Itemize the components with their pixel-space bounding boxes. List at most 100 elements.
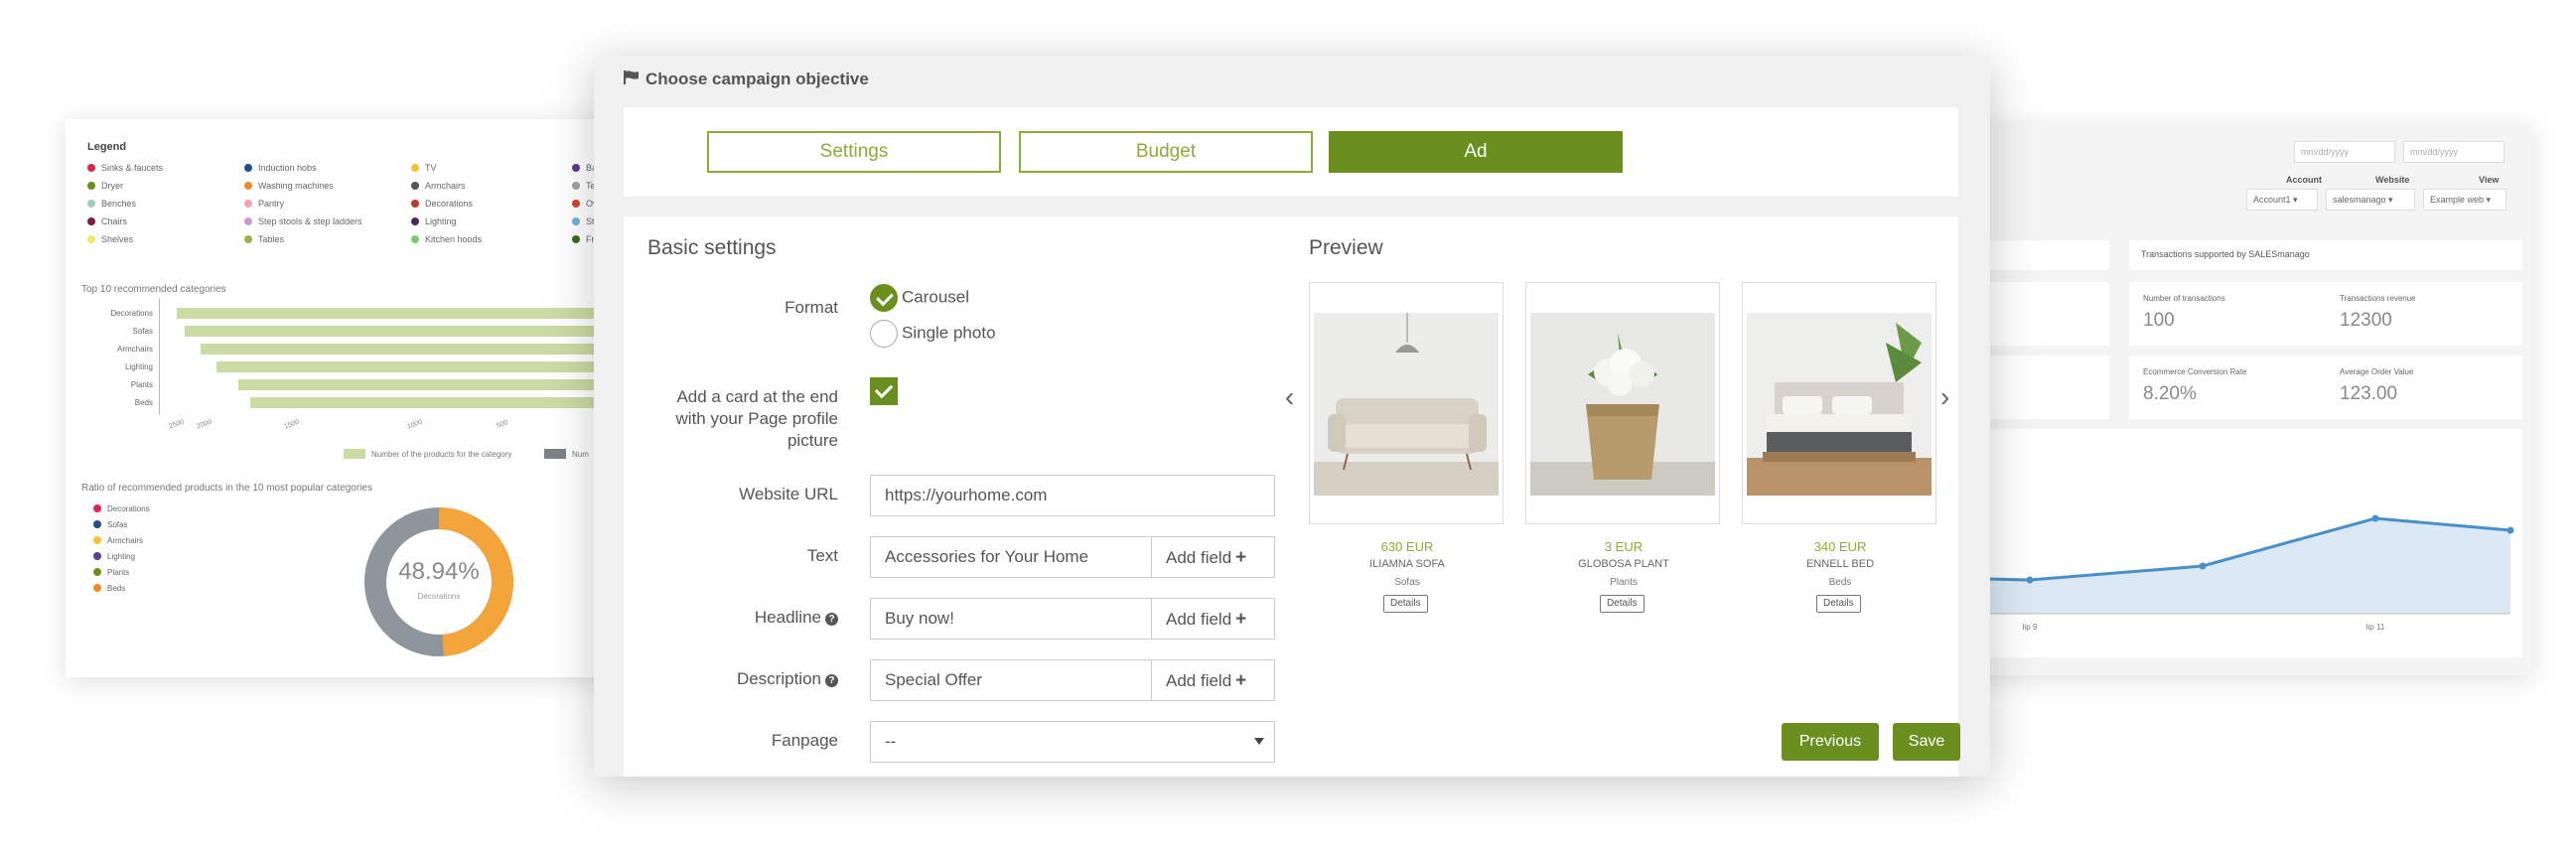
rp-card-transactions-title: Transactions supported by SALESmanago xyxy=(2129,240,2522,270)
bar-axis-tick: 2500 xyxy=(168,418,186,431)
account-select[interactable]: Account1 ▾ xyxy=(2246,189,2318,211)
text-add-field-button[interactable]: Add field + xyxy=(1152,536,1275,578)
panel-header: Choose campaign objective xyxy=(624,70,869,89)
date-to-input[interactable]: mm/dd/yyyy xyxy=(2403,141,2504,163)
ratio-item-label: Plants xyxy=(107,568,130,577)
ratio-item: Decorations xyxy=(93,504,150,520)
preview-card-plant[interactable]: 3 EUR GLOBOSA PLANT Plants Details xyxy=(1525,282,1720,613)
card-name: ILIAMNA SOFA xyxy=(1369,558,1445,570)
legend-dot-icon xyxy=(244,182,252,190)
legend-item-label: Decorations xyxy=(425,199,474,209)
legend-item: Decorations xyxy=(411,199,473,209)
website-select[interactable]: salesmanago ▾ xyxy=(2326,189,2415,211)
help-icon[interactable]: ? xyxy=(825,674,838,687)
previous-button[interactable]: Previous xyxy=(1782,723,1879,761)
description-add-field-button[interactable]: Add field + xyxy=(1152,659,1275,701)
tab-settings[interactable]: Settings xyxy=(707,131,1001,173)
help-icon[interactable]: ? xyxy=(825,613,838,626)
analytics-panel-right: mm/dd/yyyy mm/dd/yyyy Account Website Vi… xyxy=(1946,125,2532,675)
website-url-label: Website URL xyxy=(739,485,838,503)
x-tick-2: lip 11 xyxy=(2366,623,2385,632)
legend-dot-icon xyxy=(244,235,252,243)
add-field-label: Add field xyxy=(1166,548,1232,567)
card-details-button[interactable]: Details xyxy=(1816,595,1861,613)
legend-dot-icon xyxy=(87,217,95,225)
card-category: Sofas xyxy=(1394,577,1420,588)
ratio-dot-icon xyxy=(93,552,101,560)
headline-label: Headline? xyxy=(594,608,838,628)
legend-item-label: Lighting xyxy=(425,216,457,226)
flag-icon xyxy=(624,70,640,89)
line-point xyxy=(2371,514,2379,522)
ratio-item: Lighting xyxy=(93,552,150,568)
bar-category-label: Sofas xyxy=(132,327,153,336)
legend-item-label: Pantry xyxy=(258,199,285,209)
legend-item-label: Kitchen hoods xyxy=(425,234,483,244)
legend-item: Pantry xyxy=(244,199,284,209)
panel-title: Choose campaign objective xyxy=(645,70,869,88)
format-radio-single-photo[interactable]: Single photo xyxy=(870,320,996,348)
bar-category-label: Armchairs xyxy=(116,345,153,354)
preview-card-sofa[interactable]: 630 EUR ILIAMNA SOFA Sofas Details xyxy=(1309,282,1503,613)
revenue-line-chart: lip 9 lip 11 xyxy=(1946,429,2522,657)
transactions-title: Transactions supported by SALESmanago xyxy=(2141,249,2310,259)
account-label: Account xyxy=(2286,175,2322,185)
headline-input[interactable]: Buy now! xyxy=(870,598,1152,640)
bar-legend-a-label: Number of the products for the category xyxy=(371,450,512,459)
legend-dot-icon xyxy=(244,200,252,208)
top10-bar-chart: Decorations Sofas Armchairs Lighting Plants B… xyxy=(79,298,681,447)
legend-item-label: Step stools & step ladders xyxy=(258,216,362,226)
add-field-label: Add field xyxy=(1166,671,1232,690)
legend-dot-icon xyxy=(87,200,95,208)
save-button[interactable]: Save xyxy=(1893,723,1960,761)
legend-item: Washing machines xyxy=(244,181,334,191)
legend-item: Dryer xyxy=(87,181,123,191)
tab-ad[interactable]: Ad xyxy=(1329,131,1623,173)
line-point xyxy=(2026,576,2034,584)
view-select[interactable]: Example web ▾ xyxy=(2423,189,2506,211)
legend-title: Legend xyxy=(87,141,127,153)
bar-legend-a: Number of the products for the category xyxy=(344,449,511,459)
text-input[interactable]: Accessories for Your Home xyxy=(870,536,1152,578)
card-details-button[interactable]: Details xyxy=(1383,595,1428,613)
legend-item: Armchairs xyxy=(411,181,466,191)
preview-title: Preview xyxy=(1309,236,1383,259)
transactions-revenue-label: Transactions revenue xyxy=(2340,294,2416,303)
legend-dot-icon xyxy=(572,200,580,208)
ratio-dot-icon xyxy=(93,568,101,576)
tab-budget[interactable]: Budget xyxy=(1019,131,1313,173)
analytics-panel-left: Legend Sinks & faucets Induction hobs TV Ba… xyxy=(66,119,681,677)
website-select-value: salesmanago xyxy=(2333,195,2386,205)
legend-item-label: Tables xyxy=(258,234,285,244)
bar-category-label: Decorations xyxy=(110,309,153,318)
tabs-bar: Settings Budget Ad xyxy=(624,107,1958,197)
transactions-revenue-value: 12300 xyxy=(2340,310,2392,331)
legend-dot-icon xyxy=(411,182,419,190)
website-url-input[interactable]: https://yourhome.com xyxy=(870,475,1275,516)
plant-image xyxy=(1530,313,1715,496)
bar-category-label: Lighting xyxy=(124,362,153,371)
description-label: Description? xyxy=(594,669,838,689)
legend-item-label: Sinks & faucets xyxy=(101,163,164,173)
description-input[interactable]: Special Offer xyxy=(870,659,1152,701)
format-label: Format xyxy=(785,298,838,317)
headline-add-field-button[interactable]: Add field + xyxy=(1152,598,1275,640)
chevron-right-icon[interactable]: › xyxy=(1940,381,1949,413)
fanpage-select[interactable]: -- xyxy=(870,721,1275,763)
ratio-item: Armchairs xyxy=(93,536,150,552)
legend-item: Induction hobs xyxy=(244,163,317,173)
legend-dot-icon xyxy=(244,217,252,225)
bed-image xyxy=(1747,313,1932,496)
card-name: ENNELL BED xyxy=(1805,558,1875,570)
format-radio-carousel[interactable]: Carousel xyxy=(870,284,969,312)
bar-legend-b-label: Num xyxy=(572,450,589,459)
add-card-checkbox[interactable] xyxy=(870,377,898,405)
card-details-button[interactable]: Details xyxy=(1600,595,1645,613)
preview-card-bed[interactable]: 340 EUR ENNELL BED Beds Details xyxy=(1742,282,1936,613)
ratio-dot-icon xyxy=(93,520,101,528)
date-from-input[interactable]: mm/dd/yyyy xyxy=(2294,141,2395,163)
rp-card-transactions-1: Number of transactions 100 Transactions … xyxy=(2129,282,2522,346)
chevron-left-icon[interactable]: ‹ xyxy=(1285,381,1294,413)
legend-item: Shelves xyxy=(87,234,133,244)
legend-item-label: Washing machines xyxy=(258,181,334,191)
